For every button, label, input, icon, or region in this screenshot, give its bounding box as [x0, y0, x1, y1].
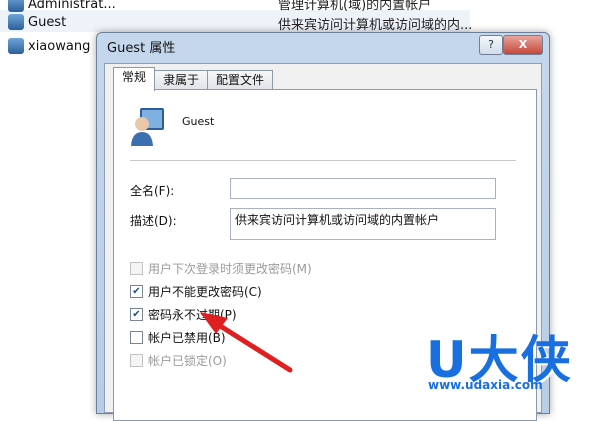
watermark-url: www.udaxia.com	[428, 378, 543, 392]
site-watermark: U大侠 www.udaxia.com	[426, 320, 596, 400]
tab-general[interactable]: 常规	[113, 67, 156, 91]
